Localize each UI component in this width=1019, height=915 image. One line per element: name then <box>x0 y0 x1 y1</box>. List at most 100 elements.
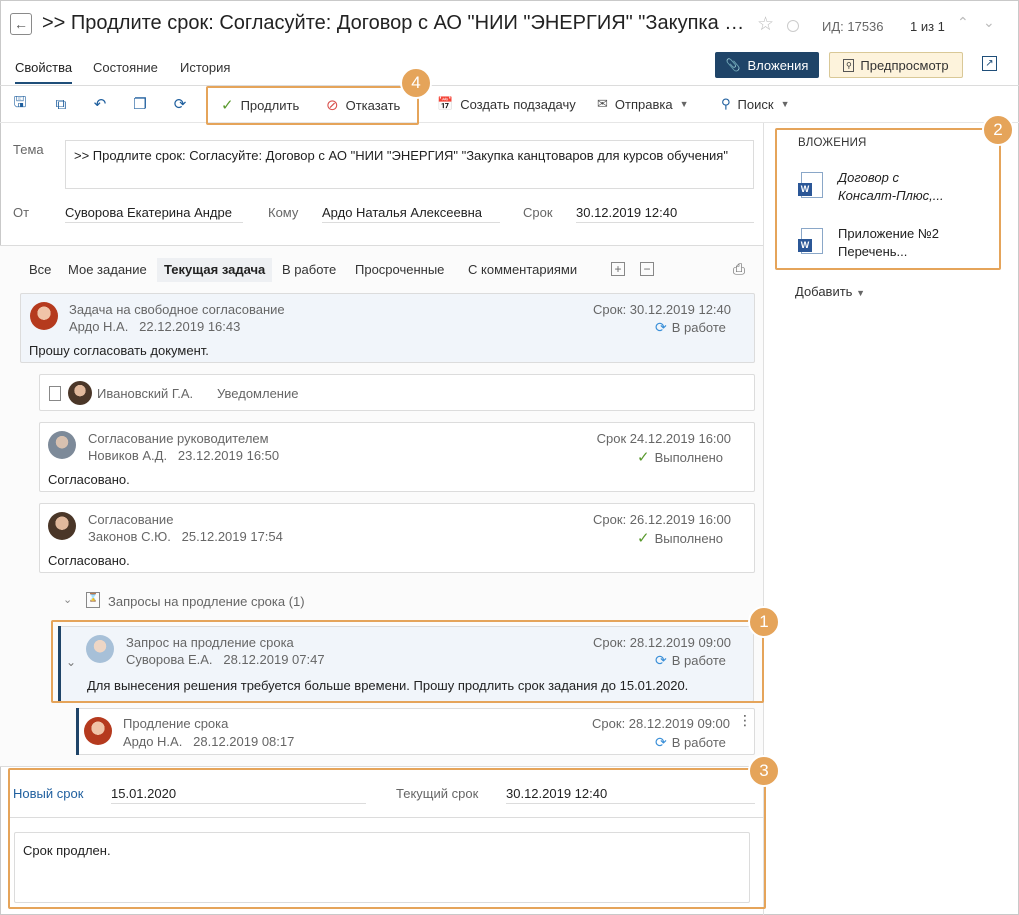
extend-label: Продлить <box>240 97 300 113</box>
notification-card[interactable]: Ивановский Г.А. Уведомление <box>39 374 755 411</box>
add-attachment-dropdown[interactable]: Добавить ▼ <box>795 284 865 299</box>
task-date: 28.12.2019 08:17 <box>193 734 295 749</box>
avatar <box>48 431 76 459</box>
chevron-down-icon[interactable]: ⌄ <box>983 14 995 31</box>
task-title: Согласование руководителем <box>88 431 269 446</box>
avatar <box>84 717 112 745</box>
comment-textarea[interactable]: Срок продлен. <box>14 832 750 903</box>
new-deadline-field[interactable]: 15.01.2020 <box>111 786 366 804</box>
word-document-icon: W <box>798 228 823 254</box>
avatar <box>68 381 92 405</box>
task-card[interactable]: Продление срока Ардо Н.А. 28.12.2019 08:… <box>76 708 755 755</box>
collapse-all-icon[interactable]: − <box>640 262 654 276</box>
divider <box>10 817 764 818</box>
notification-type: Уведомление <box>217 386 299 401</box>
author-name: Ардо Н.А. <box>123 734 183 749</box>
attachments-button-label: Вложения <box>747 57 809 73</box>
chevron-up-icon[interactable]: ⌃ <box>957 14 969 31</box>
check-icon: ✓ <box>637 449 650 466</box>
status-text: В работе <box>671 735 726 750</box>
deadline-label: Срок <box>523 205 553 220</box>
send-icon: ✉ <box>597 96 608 111</box>
copy-icon[interactable]: ❐ <box>131 95 149 113</box>
task-body: Прошу согласовать документ. <box>29 343 209 358</box>
task-date: 23.12.2019 16:50 <box>177 448 280 463</box>
new-deadline-label: Новый срок <box>13 786 84 801</box>
send-dropdown[interactable]: ✉ Отправка ▼ <box>597 96 689 112</box>
attachments-title: ВЛОЖЕНИЯ <box>798 137 867 149</box>
task-card[interactable]: Задача на свободное согласование Ардо Н.… <box>20 293 755 363</box>
attachment-name-line: Договор с <box>838 170 899 185</box>
create-subtask-button[interactable]: 📅 Создать подзадачу <box>437 96 576 112</box>
extend-button[interactable]: ✓ Продлить <box>221 96 299 114</box>
refresh-icon[interactable]: ⟳ <box>171 95 189 113</box>
more-vertical-icon[interactable]: ⋮ <box>738 713 752 727</box>
hourglass-icon: ⌛ <box>86 592 100 608</box>
filter-my-task[interactable]: Мое задание <box>61 262 154 286</box>
filter-all[interactable]: Все <box>22 262 58 286</box>
callout-badge-2: 2 <box>982 114 1014 146</box>
create-subtask-label: Создать подзадачу <box>460 96 576 112</box>
chevron-down-icon: ▼ <box>780 99 790 109</box>
star-icon[interactable]: ☆ <box>757 13 774 36</box>
preview-button-label: Предпросмотр <box>860 57 949 73</box>
status-badge: ⟳ В работе <box>655 319 726 336</box>
filter-overdue[interactable]: Просроченные <box>348 262 451 286</box>
task-card[interactable]: Согласование Законов С.Ю. 25.12.2019 17:… <box>39 503 755 573</box>
tab-state[interactable]: Состояние <box>93 60 158 75</box>
filter-in-work[interactable]: В работе <box>275 262 343 286</box>
subtask-icon: 📅 <box>437 96 454 111</box>
from-field[interactable]: Суворова Екатерина Андре <box>65 205 243 223</box>
status-text: Выполнено <box>654 449 723 465</box>
status-badge: ✓ Выполнено <box>637 448 723 466</box>
preview-button[interactable]: ⚲ Предпросмотр <box>829 52 963 78</box>
tab-properties[interactable]: Свойства <box>15 60 73 84</box>
callout-badge-1: 1 <box>748 606 780 638</box>
print-icon[interactable]: ⎙ <box>733 261 745 278</box>
back-button[interactable]: ← <box>10 13 32 35</box>
tema-label: Тема <box>13 142 44 157</box>
attachment-name-line: Перечень... <box>838 244 908 259</box>
add-label: Добавить <box>795 284 853 299</box>
popout-icon[interactable]: ↗ <box>982 56 997 71</box>
check-icon: ✓ <box>221 97 234 114</box>
task-title: Согласование <box>88 512 174 527</box>
undo-icon[interactable]: ↶ <box>91 95 109 113</box>
arrow-left-icon: ← <box>14 16 28 32</box>
chevron-down-icon[interactable]: ⌄ <box>63 593 72 606</box>
search-dropdown[interactable]: ⚲ Поиск ▼ <box>721 96 789 112</box>
send-label: Отправка <box>614 96 673 112</box>
word-document-icon: W <box>798 172 823 198</box>
attachment-link[interactable]: Договор с Консалт-Плюс,... <box>838 169 944 205</box>
filter-current-task[interactable]: Текущая задача <box>157 258 273 282</box>
save-icon[interactable]: 🖫 <box>11 94 29 113</box>
expand-all-icon[interactable]: + <box>611 262 625 276</box>
author-name: Законов С.Ю. <box>88 529 171 544</box>
attachments-button[interactable]: 📎 Вложения <box>715 52 819 78</box>
save-close-icon[interactable]: ⧉ <box>52 95 70 113</box>
status-badge: ⟳ В работе <box>655 734 726 751</box>
pager-text: 1 из 1 <box>910 19 945 34</box>
callout-badge-4: 4 <box>400 67 432 99</box>
refuse-button[interactable]: ⊘ Отказать <box>326 96 400 114</box>
callout-badge-3: 3 <box>748 755 780 787</box>
task-deadline: Срок: 30.12.2019 12:40 <box>593 302 731 317</box>
spinner-icon: ⟳ <box>655 319 667 335</box>
avatar <box>30 302 58 330</box>
task-id: ИД: 17536 <box>822 19 884 34</box>
task-card[interactable]: Согласование руководителем Новиков А.Д. … <box>39 422 755 492</box>
status-badge: ✓ Выполнено <box>637 529 723 547</box>
to-field[interactable]: Ардо Наталья Алексеевна <box>322 205 500 223</box>
spinner-icon: ⟳ <box>655 734 667 750</box>
filter-with-comments[interactable]: С комментариями <box>461 262 584 286</box>
search-label: Поиск <box>737 96 774 112</box>
status-circle-icon[interactable] <box>787 20 799 32</box>
tab-history[interactable]: История <box>180 60 230 75</box>
group-title[interactable]: Запросы на продление срока (1) <box>108 594 305 609</box>
search-icon: ⚲ <box>721 96 731 111</box>
attachment-link[interactable]: Приложение №2 Перечень... <box>838 225 939 261</box>
task-body: Согласовано. <box>48 472 130 487</box>
tema-field[interactable]: >> Продлите срок: Согласуйте: Договор с … <box>65 140 754 189</box>
deadline-field[interactable]: 30.12.2019 12:40 <box>576 205 754 223</box>
attachment-name-line: Приложение №2 <box>838 226 940 241</box>
